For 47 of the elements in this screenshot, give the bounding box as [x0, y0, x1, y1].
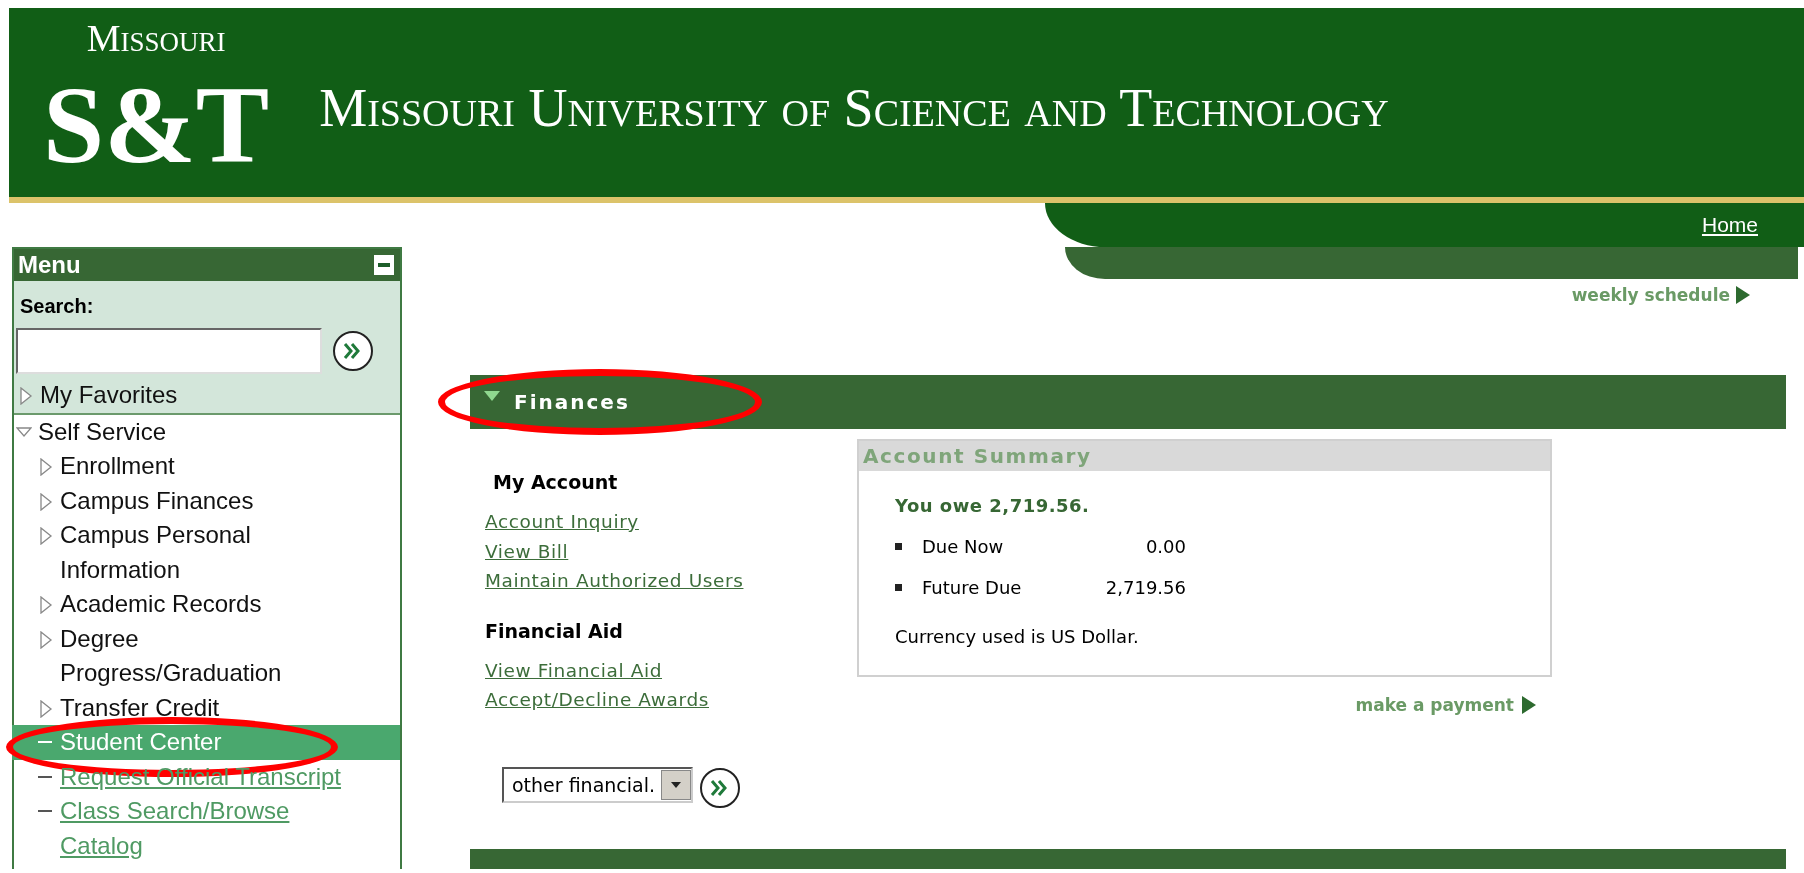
due-amount: 0.00	[1144, 536, 1186, 557]
finance-link[interactable]: Accept/Decline Awards	[485, 685, 857, 715]
currency-note: Currency used is US Dollar.	[895, 626, 1140, 647]
collapse-icon[interactable]	[374, 255, 394, 275]
card-title: Account Summary	[859, 441, 1550, 471]
bullet-icon	[895, 543, 902, 550]
go-button[interactable]	[699, 766, 742, 809]
collapsed-triangle-icon[interactable]	[18, 387, 34, 405]
menu-item[interactable]: Campus Personal Information	[60, 518, 360, 587]
collapsed-triangle-icon[interactable]	[38, 596, 54, 614]
menu-title: Menu	[18, 251, 81, 279]
home-link[interactable]: Home	[1701, 213, 1758, 237]
collapsed-triangle-icon[interactable]	[38, 458, 54, 476]
play-arrow-icon[interactable]	[1522, 696, 1536, 714]
university-name: Missouri University of Science and Technology	[319, 76, 1389, 139]
finance-link[interactable]: View Bill	[485, 536, 857, 566]
expanded-triangle-icon[interactable]	[484, 391, 500, 401]
collapsed-triangle-icon[interactable]	[38, 630, 54, 649]
collapsed-triangle-icon[interactable]	[38, 699, 54, 718]
search-label: Search:	[20, 295, 95, 318]
amount-owed: You owe 2,719.56.	[895, 495, 1091, 516]
university-logo[interactable]: Missouri S&T	[43, 16, 270, 189]
section-header[interactable]: Finances	[470, 375, 1786, 429]
menu-item[interactable]: Enrollment	[60, 449, 360, 484]
section-title: Finances	[514, 390, 630, 414]
menu-item[interactable]: Degree Progress/Graduation	[60, 621, 360, 691]
due-label: Future Due	[922, 577, 1023, 598]
collapsed-triangle-icon[interactable]	[38, 492, 54, 511]
play-arrow-icon[interactable]	[1736, 286, 1750, 304]
menu-item[interactable]: Campus Finances	[60, 483, 360, 518]
due-label: Due Now	[922, 536, 1005, 557]
dropdown[interactable]: other financial.	[502, 766, 694, 803]
go-button[interactable]	[332, 330, 374, 372]
menu-item[interactable]: Self Service	[38, 414, 338, 449]
caret-icon[interactable]	[661, 769, 692, 800]
collapsed-triangle-icon[interactable]	[38, 527, 54, 545]
due-amount: 2,719.56	[1104, 577, 1186, 598]
menu-item[interactable]: Transfer Credit	[60, 690, 360, 725]
group-heading: Financial Aid	[485, 619, 624, 642]
group-heading: My Account	[493, 471, 619, 493]
menu-item[interactable]: My Favorites	[40, 378, 340, 413]
menu-item[interactable]: Academic Records	[60, 587, 360, 622]
finance-link[interactable]: View Financial Aid	[485, 655, 857, 685]
finance-link[interactable]: Maintain Authorized Users	[485, 566, 857, 596]
finance-link[interactable]: Account Inquiry	[485, 507, 857, 537]
search-field[interactable]	[16, 328, 322, 374]
bullet-icon	[895, 584, 902, 591]
